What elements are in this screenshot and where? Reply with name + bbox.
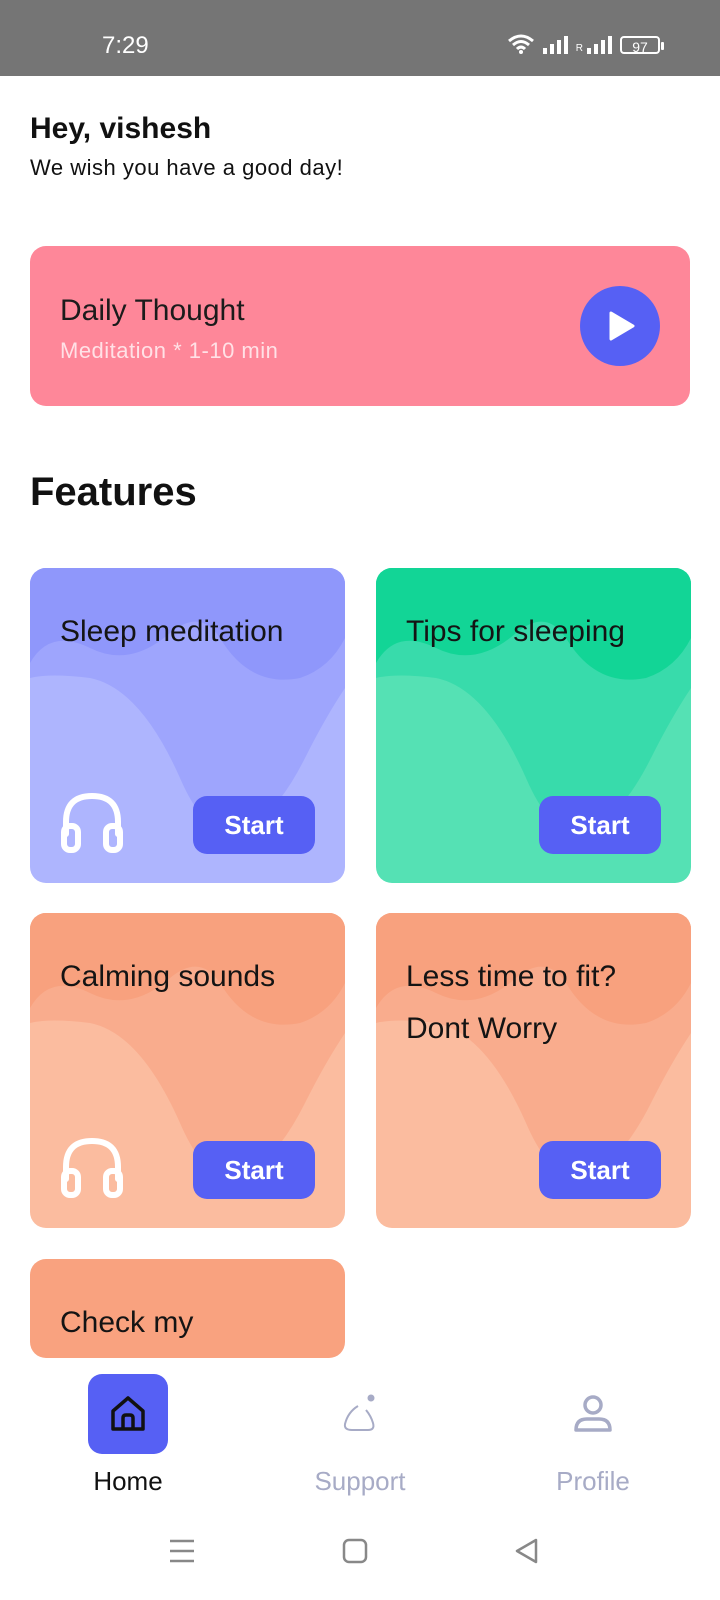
- features-heading: Features: [30, 470, 197, 514]
- feature-card-less-time-to-fit[interactable]: Less time to fit? Dont Worry Start: [376, 913, 691, 1228]
- nav-home[interactable]: Home: [38, 1374, 218, 1497]
- feature-card-sleep-meditation[interactable]: Sleep meditation Start: [30, 568, 345, 883]
- headphones-icon: [61, 1137, 123, 1198]
- start-button[interactable]: Start: [193, 1141, 315, 1199]
- status-icons: R 97: [507, 34, 664, 55]
- signal-icon: [542, 34, 568, 54]
- profile-icon: [574, 1395, 612, 1432]
- feature-card-check-my-health[interactable]: Check my Heal...: [30, 1259, 345, 1358]
- card-title: Less time to fit? Dont Worry: [406, 960, 617, 1045]
- card-title: Calming sounds: [60, 960, 276, 993]
- nav-support[interactable]: Support: [270, 1374, 450, 1497]
- support-icon: [343, 1394, 375, 1431]
- home-icon: [111, 1396, 145, 1431]
- home-icon-container: [88, 1374, 168, 1454]
- card-title: Sleep meditation: [60, 615, 284, 648]
- support-icon-container: [320, 1374, 400, 1454]
- greeting-subtitle: We wish you have a good day!: [30, 155, 344, 180]
- nav-profile[interactable]: Profile: [503, 1374, 683, 1497]
- wifi-icon: [507, 34, 534, 54]
- daily-thought-title: Daily Thought: [60, 294, 245, 327]
- nav-support-label: Support: [314, 1466, 406, 1496]
- play-icon: [609, 311, 635, 341]
- roaming-label: R: [575, 43, 583, 54]
- card-title: Tips for sleeping: [406, 615, 625, 648]
- menu-icon[interactable]: [168, 1538, 196, 1564]
- start-button[interactable]: Start: [193, 796, 315, 854]
- back-icon[interactable]: [514, 1538, 540, 1564]
- signal-icon: [587, 34, 612, 54]
- start-button[interactable]: Start: [539, 1141, 661, 1199]
- daily-thought-subtitle: Meditation * 1-10 min: [60, 338, 279, 363]
- system-navigation-bar: [0, 1508, 720, 1600]
- headphones-icon: [61, 792, 123, 853]
- feature-card-calming-sounds[interactable]: Calming sounds Start: [30, 913, 345, 1228]
- status-time: 7:29: [102, 32, 149, 59]
- nav-profile-label: Profile: [556, 1466, 630, 1496]
- status-bar: 7:29 R 97: [0, 0, 720, 76]
- play-button[interactable]: [580, 286, 660, 366]
- daily-thought-card[interactable]: Daily Thought Meditation * 1-10 min: [30, 246, 690, 406]
- start-button[interactable]: Start: [539, 796, 661, 854]
- profile-icon-container: [553, 1374, 633, 1454]
- card-title: Check my Heal...: [60, 1306, 194, 1339]
- battery-icon: 97: [620, 36, 664, 55]
- bottom-navigation: Home Support Profile: [0, 1358, 720, 1508]
- home-square-icon[interactable]: [342, 1538, 368, 1564]
- nav-home-label: Home: [93, 1466, 163, 1496]
- greeting-title: Hey, vishesh: [30, 112, 212, 145]
- feature-card-tips-for-sleeping[interactable]: Tips for sleeping Start: [376, 568, 691, 883]
